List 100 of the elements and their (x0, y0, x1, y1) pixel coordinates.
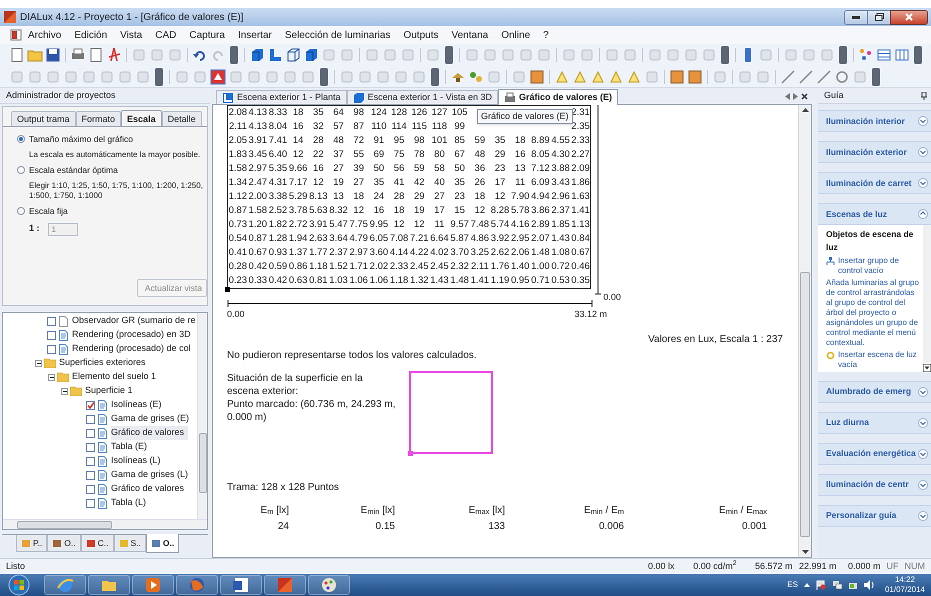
radio-button[interactable] (17, 166, 25, 174)
tool-icon[interactable] (701, 47, 717, 63)
toolbar-overflow-button[interactable] (230, 46, 238, 64)
tab[interactable]: C.. (80, 535, 114, 552)
guide-section-header[interactable]: Iluminación interior (818, 110, 931, 132)
scroll-right-icon[interactable] (793, 92, 798, 100)
line-icon[interactable] (798, 68, 814, 84)
outline-shape-icon[interactable] (554, 68, 570, 84)
tab[interactable]: O.. (146, 534, 180, 553)
document-tab[interactable]: Escena exterior 1 - Vista en 3D (346, 90, 498, 104)
tool-icon[interactable] (27, 68, 43, 84)
tab[interactable]: S.. (114, 535, 146, 552)
menu-item[interactable]: Archivo (28, 28, 62, 42)
outline-shape-icon[interactable] (608, 68, 624, 84)
tool-icon[interactable] (264, 68, 280, 84)
guide-section-header[interactable]: Iluminación de carret (818, 172, 931, 194)
page-icon[interactable] (9, 47, 25, 63)
tool-icon[interactable] (712, 68, 728, 84)
columns-icon[interactable] (894, 47, 910, 63)
tool-icon[interactable] (99, 68, 115, 84)
taskbar-button[interactable] (220, 575, 262, 595)
rows-icon[interactable] (876, 47, 892, 63)
tool-icon[interactable] (482, 47, 498, 63)
taskbar-button[interactable] (44, 575, 86, 595)
tool-icon[interactable] (561, 47, 577, 63)
scrollbar[interactable] (197, 313, 207, 519)
tool-icon[interactable] (647, 47, 663, 63)
tree-item[interactable]: Tabla (L) (111, 496, 146, 510)
scroll-up-icon[interactable] (802, 108, 808, 112)
tool-icon[interactable] (339, 47, 355, 63)
taskbar-button[interactable] (88, 575, 130, 595)
tab[interactable]: Escala (121, 110, 162, 126)
toolbar-overflow-button[interactable] (721, 46, 729, 64)
tool-icon[interactable] (131, 47, 147, 63)
tool-icon[interactable] (801, 47, 817, 63)
tool-icon[interactable] (755, 68, 771, 84)
tree-item[interactable]: Rendering (procesado) de col (72, 342, 191, 356)
checkbox[interactable] (86, 498, 95, 508)
guide-section-header[interactable]: Escenas de luz (818, 203, 931, 225)
clock-time[interactable]: 14:22 (894, 575, 915, 585)
option-label[interactable]: Escala fija (29, 204, 68, 218)
tool-icon[interactable] (246, 68, 262, 84)
scroll-thumb[interactable] (800, 272, 810, 537)
tool-icon[interactable] (375, 68, 391, 84)
close-icon[interactable] (801, 92, 808, 100)
checkbox[interactable] (86, 484, 95, 494)
menu-item[interactable]: Online (501, 28, 530, 42)
tool-icon[interactable] (400, 47, 416, 63)
line-icon[interactable] (780, 68, 796, 84)
tree-item[interactable]: Gráfico de valores (111, 482, 184, 496)
tool-icon[interactable] (425, 47, 441, 63)
tree-item[interactable]: Elemento del suelo 1 (72, 370, 156, 384)
checkbox[interactable] (86, 414, 95, 424)
close-button[interactable] (890, 10, 928, 24)
outline-shape-icon[interactable] (626, 68, 642, 84)
tree-item[interactable]: Superficie 1 (85, 384, 133, 398)
clock-date[interactable]: 01/07/2014 (884, 585, 925, 595)
toolbar-overflow-button[interactable] (431, 68, 439, 86)
toolbar-overflow-button[interactable] (839, 46, 847, 64)
tool-icon[interactable] (149, 47, 165, 63)
checkbox[interactable] (47, 330, 56, 340)
tree-item[interactable]: Isolíneas (L) (111, 454, 161, 468)
tool-icon[interactable] (167, 47, 183, 63)
tree-item[interactable]: Tabla (E) (111, 440, 148, 454)
document-tab[interactable]: Escena exterior 1 - Planta (216, 90, 347, 104)
guide-section-header[interactable]: Alumbrado de emerg (818, 380, 931, 402)
toolbar-overflow-button[interactable] (914, 46, 922, 64)
tray-arrow-icon[interactable] (804, 583, 810, 587)
tool-icon[interactable] (117, 68, 133, 84)
tab[interactable]: O.. (47, 535, 81, 552)
tool-icon[interactable] (63, 68, 79, 84)
line-icon[interactable] (816, 68, 832, 84)
collapse-icon[interactable] (48, 374, 55, 380)
language-indicator[interactable]: ES (787, 579, 798, 591)
scrollbar[interactable] (3, 519, 207, 529)
document-tab[interactable]: Gráfico de valores (E) (498, 89, 618, 105)
cube-icon[interactable] (303, 47, 319, 63)
toolbar-overflow-button[interactable] (445, 46, 453, 64)
tab[interactable]: P.. (16, 535, 48, 552)
page-icon[interactable] (88, 47, 104, 63)
checkbox[interactable] (86, 470, 95, 480)
menu-item[interactable]: Captura (189, 28, 225, 42)
tool-icon[interactable] (45, 68, 61, 84)
battery-icon[interactable] (848, 580, 858, 590)
tool-icon[interactable] (604, 47, 620, 63)
radio-button[interactable] (17, 135, 25, 144)
tool-icon[interactable] (819, 47, 835, 63)
checkbox[interactable] (86, 442, 95, 452)
tree-item[interactable]: Gráfico de valores (111, 426, 188, 440)
scrollbar[interactable] (923, 225, 931, 372)
checkbox[interactable] (47, 316, 56, 326)
start-button[interactable] (6, 574, 32, 596)
wireframe-cube-icon[interactable] (285, 47, 301, 63)
option-label[interactable]: Tamaño máximo del gráfico (29, 133, 133, 146)
menu-item[interactable]: Vista (120, 28, 142, 42)
taskbar-button[interactable] (176, 575, 218, 595)
tree-item[interactable]: Gama de grises (L) (111, 468, 188, 482)
option-label[interactable]: Escala estándar óptima (29, 164, 118, 176)
checkbox[interactable] (47, 344, 56, 354)
tool-icon[interactable] (737, 68, 753, 84)
